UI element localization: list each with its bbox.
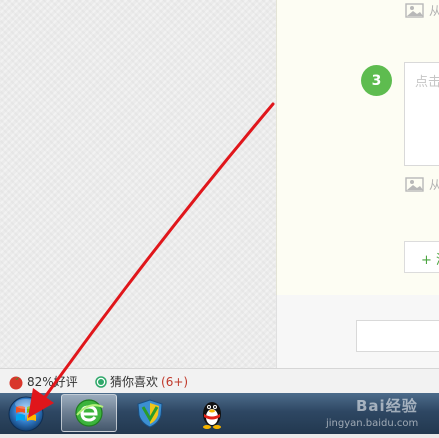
guess-count: (6+) <box>161 374 189 389</box>
qq-penguin-icon <box>203 402 221 429</box>
taskbar-security-button[interactable] <box>122 394 178 432</box>
upload-label: 从 <box>429 178 439 192</box>
step-number-badge: 3 <box>361 65 392 96</box>
green-dot-icon <box>95 375 107 388</box>
windows-start-icon <box>8 396 44 432</box>
rating-item[interactable]: 82%好评 <box>8 373 78 390</box>
guess-label: 猜你喜欢 <box>110 375 159 389</box>
upload-image-link[interactable]: 从 <box>405 176 439 193</box>
upload-image-link-top[interactable]: 从 <box>405 2 439 19</box>
browser-e-icon <box>75 399 104 427</box>
guess-you-like-item[interactable]: 猜你喜欢 (6+) <box>95 373 188 390</box>
step-description-input[interactable]: 点击 <box>404 62 439 166</box>
add-step-button[interactable]: + 添加 <box>404 241 439 273</box>
rating-text: 82%好评 <box>27 375 78 389</box>
upload-label: 从 <box>429 4 439 18</box>
watermark-brand: Bai经验 <box>356 397 418 415</box>
taskbar-browser-button[interactable] <box>61 394 117 432</box>
watermark-url: jingyan.baidu.com <box>326 418 419 429</box>
baidu-jingyan-watermark: Bai经验 jingyan.baidu.com <box>318 393 439 434</box>
lower-input-box[interactable] <box>356 320 439 352</box>
start-button[interactable] <box>3 394 49 434</box>
browser-status-bar: 82%好评 猜你喜欢 (6+) <box>0 368 439 393</box>
taskbar-qq-button[interactable] <box>184 394 240 432</box>
tomato-icon <box>9 376 23 389</box>
image-icon <box>405 2 424 18</box>
desktop-background <box>0 0 276 368</box>
image-icon <box>405 176 424 192</box>
shield-icon <box>137 399 163 428</box>
